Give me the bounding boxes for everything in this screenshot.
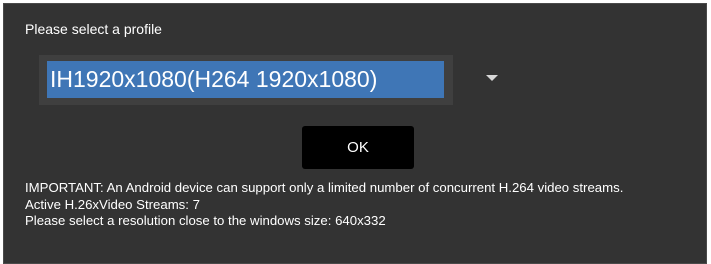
- ok-button[interactable]: OK: [302, 126, 414, 169]
- chevron-down-icon[interactable]: [477, 66, 505, 90]
- info-notes: IMPORTANT: An Android device can support…: [25, 180, 695, 230]
- profile-select-value[interactable]: IH1920x1080(H264 1920x1080): [47, 61, 444, 98]
- resolution-hint-note: Please select a resolution close to the …: [25, 213, 386, 228]
- important-note: IMPORTANT: An Android device can support…: [25, 180, 624, 195]
- dropdown-triangle: [486, 75, 498, 81]
- profile-select[interactable]: IH1920x1080(H264 1920x1080): [39, 55, 453, 105]
- dialog-prompt: Please select a profile: [25, 21, 162, 37]
- active-streams-note: Active H.26xVideo Streams: 7: [25, 196, 200, 212]
- profile-dialog: Please select a profile IH1920x1080(H264…: [3, 3, 707, 264]
